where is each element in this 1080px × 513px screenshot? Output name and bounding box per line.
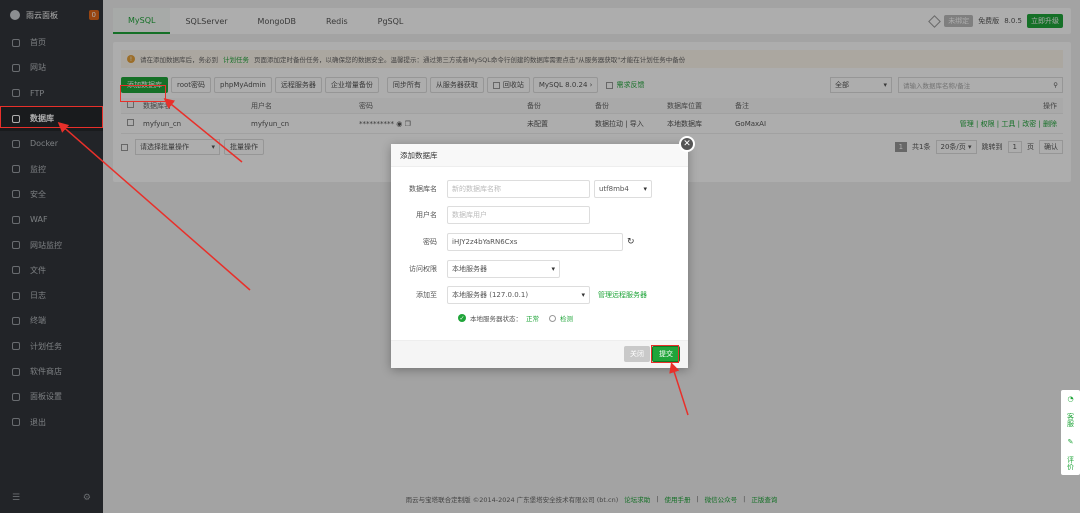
close-icon[interactable]: ✕ xyxy=(679,136,695,152)
db-name-row: 数据库名 新的数据库名称 utf8mb4 ▾ xyxy=(391,180,652,198)
dialog-footer: 关闭 提交 xyxy=(391,340,688,368)
review-button[interactable]: 评价 xyxy=(1066,456,1076,470)
dialog-title: 添加数据库 xyxy=(391,144,688,167)
side-float-panel: ◔ 客服 ✎ 评价 xyxy=(1061,390,1080,475)
customer-service-button[interactable]: 客服 xyxy=(1066,413,1076,427)
annotation-highlight-database xyxy=(0,106,103,128)
cancel-button[interactable]: 关闭 xyxy=(624,346,650,362)
annotation-highlight-add-button xyxy=(120,85,166,102)
check-link[interactable]: 检测 xyxy=(560,313,573,323)
db-user-input[interactable]: 数据库用户 xyxy=(447,206,590,224)
chevron-down-icon: ▾ xyxy=(551,265,555,273)
headset-icon: ◔ xyxy=(1067,395,1074,404)
db-name-input[interactable]: 新的数据库名称 xyxy=(447,180,590,198)
user-row: 用户名 数据库用户 xyxy=(391,206,590,224)
status-value: 正常 xyxy=(526,315,539,323)
chevron-down-icon: ▾ xyxy=(643,185,647,193)
charset-select[interactable]: utf8mb4 ▾ xyxy=(594,180,652,198)
refresh-icon[interactable]: ↻ xyxy=(627,237,635,247)
server-status: ✓ 本地服务器状态： 正常 检测 xyxy=(458,313,573,323)
check-ring-icon xyxy=(549,314,556,322)
edit-icon: ✎ xyxy=(1067,437,1074,446)
password-row: 密码 iHJY2z4bYaRN6Cxs ↻ xyxy=(391,233,635,251)
check-circle-icon: ✓ xyxy=(458,314,466,322)
add-database-dialog: 添加数据库 ✕ 数据库名 新的数据库名称 utf8mb4 ▾ 用户名 数据库用户 … xyxy=(391,136,695,368)
annotation-highlight-submit xyxy=(651,345,679,363)
chevron-down-icon: ▾ xyxy=(581,291,585,299)
add-to-row: 添加至 本地服务器 (127.0.0.1) ▾ 管理远程服务器 xyxy=(391,286,647,304)
access-select[interactable]: 本地服务器 ▾ xyxy=(447,260,560,278)
manage-remote-link[interactable]: 管理远程服务器 xyxy=(598,290,647,300)
db-password-input[interactable]: iHJY2z4bYaRN6Cxs xyxy=(447,233,623,251)
access-row: 访问权限 本地服务器 ▾ xyxy=(391,260,560,278)
server-select[interactable]: 本地服务器 (127.0.0.1) ▾ xyxy=(447,286,590,304)
